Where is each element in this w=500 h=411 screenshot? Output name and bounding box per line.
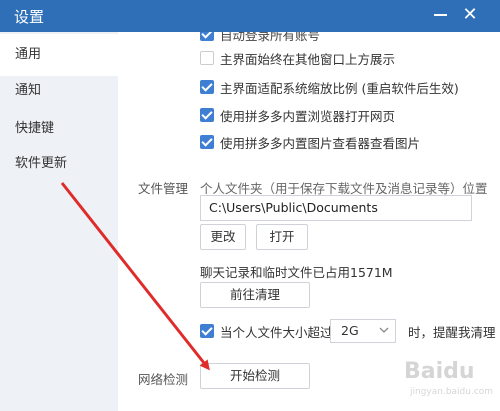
title-bar: 设置 ✕: [0, 0, 500, 32]
size-threshold-value: 2G: [341, 323, 359, 338]
option-always-on-top[interactable]: 主界面始终在其他窗口上方展示: [200, 48, 395, 68]
start-network-check-button[interactable]: 开始检测: [200, 363, 310, 389]
option-builtin-image-viewer[interactable]: 使用拼多多内置图片查看器查看图片: [200, 132, 420, 152]
sidebar-item-label: 软件更新: [15, 156, 68, 171]
option-label: 主界面始终在其他窗口上方展示: [220, 51, 396, 67]
option-label: 自动登录所有账号: [220, 32, 321, 43]
minimize-icon[interactable]: [431, 4, 451, 24]
window-title: 设置: [14, 8, 45, 26]
settings-sidebar: 通用 通知 快捷键 软件更新: [0, 32, 118, 411]
checkbox-size-alert[interactable]: [200, 324, 214, 338]
sidebar-item-notifications[interactable]: 通知: [0, 70, 118, 112]
change-folder-button[interactable]: 更改: [200, 224, 246, 250]
sidebar-item-label: 通知: [15, 83, 42, 98]
checkbox-builtin-image-viewer[interactable]: [200, 135, 214, 149]
storage-usage-text: 聊天记录和临时文件已占用1571M: [200, 265, 393, 280]
chevron-down-icon: [379, 327, 389, 333]
close-icon[interactable]: ✕: [459, 4, 481, 26]
sidebar-item-software-update[interactable]: 软件更新: [0, 143, 118, 185]
file-management-label: 文件管理: [138, 181, 189, 196]
option-label: 使用拼多多内置图片查看器查看图片: [220, 135, 421, 151]
option-label: 使用拼多多内置浏览器打开网页: [220, 108, 396, 124]
go-clean-button[interactable]: 前往清理: [200, 282, 310, 308]
checkbox-system-scaling[interactable]: [200, 80, 214, 94]
checkbox-builtin-browser[interactable]: [200, 108, 214, 122]
option-builtin-browser[interactable]: 使用拼多多内置浏览器打开网页: [200, 105, 395, 125]
settings-content: 自动登录所有账号 主界面始终在其他窗口上方展示 主界面适配系统缩放比例 (重启软…: [118, 32, 500, 411]
network-check-label: 网络检测: [138, 372, 189, 387]
checkbox-always-on-top[interactable]: [200, 51, 214, 65]
option-label: 主界面适配系统缩放比例 (重启软件后生效): [220, 80, 459, 96]
size-alert-suffix: 时，提醒我清理: [408, 325, 496, 340]
size-alert-prefix: 当个人文件大小超过: [220, 324, 333, 340]
option-auto-login[interactable]: 自动登录所有账号: [200, 32, 320, 44]
open-folder-button[interactable]: 打开: [256, 224, 308, 250]
sidebar-item-label: 快捷键: [15, 121, 55, 136]
option-system-scaling[interactable]: 主界面适配系统缩放比例 (重启软件后生效): [200, 77, 459, 97]
size-threshold-select[interactable]: 2G: [330, 319, 396, 343]
checkbox-auto-login[interactable]: [200, 32, 214, 41]
size-alert-option[interactable]: 当个人文件大小超过: [200, 319, 333, 343]
sidebar-item-label: 通用: [15, 47, 42, 62]
folder-path-input[interactable]: C:\Users\Public\Documents: [200, 195, 472, 221]
